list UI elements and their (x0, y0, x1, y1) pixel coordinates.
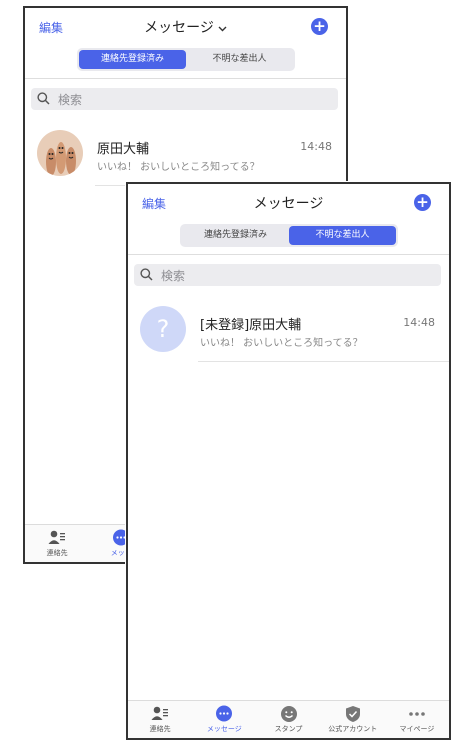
segment-registered[interactable]: 連絡先登録済み (79, 50, 186, 69)
unknown-avatar-glyph: ? (156, 315, 170, 343)
segment-unknown-sender[interactable]: 不明な差出人 (186, 50, 293, 69)
messages-screen-unknown: 編集 メッセージ + 連絡先登録済み 不明な差出人 検索 ? [未登録]原田大輔… (126, 182, 451, 740)
message-time: 14:48 (403, 316, 435, 329)
contact-name: [未登録]原田大輔 (200, 318, 302, 333)
tab-label: 公式アカウント (328, 725, 378, 733)
tab-bar: 連絡先 メッセージ スタンプ 公式アカウント マイページ (128, 700, 449, 738)
tab-my-page[interactable]: マイページ (385, 701, 449, 738)
segmented-control: 連絡先登録済み 不明な差出人 (180, 224, 398, 247)
divider (128, 254, 449, 255)
divider (198, 361, 449, 362)
search-icon (37, 90, 50, 109)
title-dropdown[interactable]: メッセージ (25, 17, 346, 37)
avatar (37, 130, 83, 176)
contacts-icon (151, 706, 169, 720)
contact-name: 原田大輔 (97, 142, 150, 157)
message-time: 14:48 (300, 140, 332, 153)
nav-header: 編集 メッセージ + (25, 8, 346, 48)
more-icon (409, 712, 425, 716)
search-placeholder: 検索 (161, 268, 186, 283)
search-bar[interactable]: 検索 (134, 264, 441, 286)
tab-messages[interactable]: メッセージ (192, 701, 256, 738)
tab-official-accounts[interactable]: 公式アカウント (321, 701, 385, 738)
search-placeholder: 検索 (58, 92, 83, 107)
message-preview: いいね！ おいしいところ知ってる？ (200, 338, 363, 349)
tab-label: マイページ (399, 725, 435, 733)
segmented-control: 連絡先登録済み 不明な差出人 (77, 48, 295, 71)
search-icon (140, 266, 153, 285)
tab-contacts[interactable]: 連絡先 (128, 701, 192, 738)
segment-unknown-sender[interactable]: 不明な差出人 (289, 226, 396, 245)
avatar: ? (140, 306, 186, 352)
shield-icon (345, 706, 360, 722)
conversation-row[interactable]: 原田大輔 いいね！ おいしいところ知ってる？ 14:48 (25, 126, 346, 186)
contacts-icon (48, 530, 66, 544)
page-title: メッセージ (253, 196, 324, 212)
tab-stickers[interactable]: スタンプ (256, 701, 320, 738)
search-bar[interactable]: 検索 (31, 88, 338, 110)
page-title: メッセージ (144, 20, 214, 36)
segment-registered[interactable]: 連絡先登録済み (182, 226, 289, 245)
tab-label: メッセージ (206, 725, 242, 733)
conversation-row[interactable]: ? [未登録]原田大輔 いいね！ おいしいところ知ってる？ 14:48 (128, 302, 449, 362)
message-icon (216, 705, 233, 722)
tab-label: スタンプ (274, 725, 303, 733)
tab-label: 連絡先 (46, 549, 68, 557)
compose-plus-icon[interactable]: + (414, 194, 431, 211)
tab-label: 連絡先 (149, 725, 171, 733)
chevron-down-icon (218, 24, 227, 35)
compose-plus-icon[interactable]: + (311, 18, 328, 35)
nav-header: 編集 メッセージ + (128, 184, 449, 224)
tab-contacts[interactable]: 連絡先 (25, 525, 89, 562)
message-preview: いいね！ おいしいところ知ってる？ (97, 162, 260, 173)
sticker-icon (280, 706, 297, 722)
divider (25, 78, 346, 79)
